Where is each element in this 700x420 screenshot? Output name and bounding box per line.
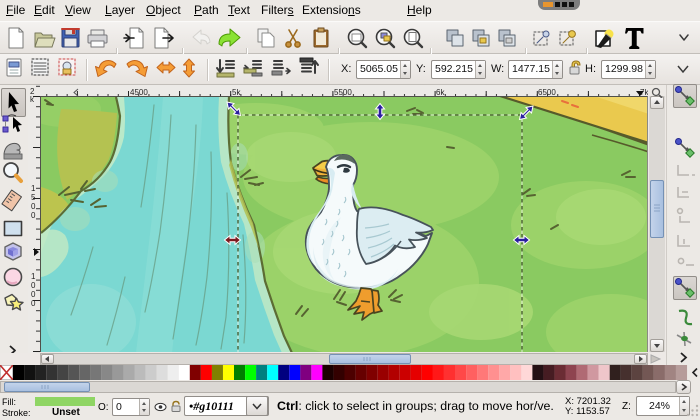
svg-text:0: 0 — [31, 202, 36, 211]
svg-text:0: 0 — [31, 290, 36, 299]
svg-text:0: 0 — [31, 299, 36, 308]
svg-text:1: 1 — [31, 184, 36, 193]
svg-text:5: 5 — [31, 193, 36, 202]
svg-text:0: 0 — [31, 211, 36, 220]
svg-text:1: 1 — [31, 272, 36, 281]
svg-text:0: 0 — [31, 281, 36, 290]
